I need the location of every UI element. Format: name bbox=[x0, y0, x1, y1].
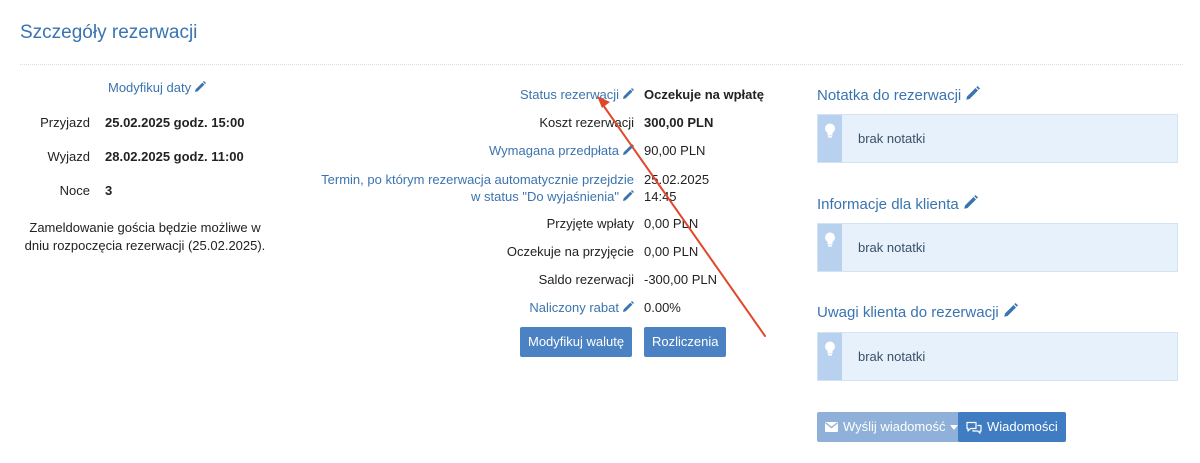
pencil-icon bbox=[965, 86, 981, 101]
client-remarks-text: brak notatki bbox=[858, 349, 926, 364]
status-label: Status rezerwacji bbox=[520, 87, 619, 102]
deposit-value: 90,00 PLN bbox=[644, 143, 706, 158]
booking-note-box: brak notatki bbox=[817, 114, 1178, 163]
balance-label: Saldo rezerwacji bbox=[538, 272, 634, 287]
status-value: Oczekuje na wpłatę bbox=[644, 87, 764, 102]
modify-dates-label: Modyfikuj daty bbox=[108, 80, 192, 95]
status-label-link[interactable]: Status rezerwacji bbox=[520, 87, 634, 102]
client-info-title[interactable]: Informacje dla klienta bbox=[817, 195, 978, 213]
balance-value: -300,00 PLN bbox=[644, 272, 717, 287]
pending-label: Oczekuje na przyjęcie bbox=[506, 244, 634, 259]
settlements-button[interactable]: Rozliczenia bbox=[644, 327, 727, 357]
chat-bubbles-icon bbox=[966, 421, 982, 434]
checkin-note: Zameldowanie gościa będzie możliwe w dni… bbox=[24, 220, 266, 253]
pending-value: 0,00 PLN bbox=[644, 244, 699, 259]
deadline-date: 25.02.2025 bbox=[644, 172, 710, 187]
send-message-button[interactable]: Wyślij wiadomość bbox=[817, 412, 967, 442]
lightbulb-icon bbox=[825, 232, 835, 247]
client-remarks-title-label: Uwagi klienta do rezerwacji bbox=[817, 304, 999, 321]
messages-button[interactable]: Wiadomości bbox=[958, 412, 1066, 442]
pencil-icon bbox=[622, 144, 634, 156]
page-title: Szczegóły rezerwacji bbox=[20, 22, 198, 43]
note-stripe bbox=[818, 333, 842, 380]
booking-note-text: brak notatki bbox=[858, 131, 926, 146]
lightbulb-icon bbox=[825, 123, 835, 138]
pencil-icon bbox=[963, 195, 978, 210]
deadline-label-line1: Termin, po którym rezerwacja automatyczn… bbox=[321, 172, 634, 187]
modify-currency-button[interactable]: Modyfikuj walutę bbox=[520, 327, 633, 357]
paid-label: Przyjęte wpłaty bbox=[546, 216, 634, 231]
nights-value: 3 bbox=[105, 183, 113, 198]
cost-label: Koszt rezerwacji bbox=[539, 115, 634, 130]
note-stripe bbox=[818, 224, 842, 271]
client-remarks-box: brak notatki bbox=[817, 332, 1178, 381]
modify-dates-link[interactable]: Modyfikuj daty bbox=[108, 80, 207, 95]
send-message-label: Wyślij wiadomość bbox=[843, 419, 946, 434]
cost-value: 300,00 PLN bbox=[644, 115, 714, 130]
deadline-label-link[interactable]: Termin, po którym rezerwacja automatyczn… bbox=[321, 171, 634, 205]
deposit-label-link[interactable]: Wymagana przedpłata bbox=[489, 143, 634, 158]
pencil-icon bbox=[622, 88, 634, 100]
nights-label: Noce bbox=[59, 183, 90, 198]
client-remarks-title[interactable]: Uwagi klienta do rezerwacji bbox=[817, 303, 1018, 321]
deadline-label-line2: w status "Do wyjaśnienia" bbox=[471, 189, 619, 204]
pencil-icon bbox=[622, 301, 634, 313]
arrival-label: Przyjazd bbox=[40, 115, 90, 130]
client-info-text: brak notatki bbox=[858, 240, 926, 255]
discount-value: 0.00% bbox=[644, 300, 681, 315]
deadline-value: 25.02.2025 14:45 bbox=[644, 171, 709, 205]
envelope-icon bbox=[825, 422, 838, 432]
pencil-icon bbox=[622, 190, 634, 202]
departure-label: Wyjazd bbox=[47, 149, 90, 164]
arrival-value: 25.02.2025 godz. 15:00 bbox=[105, 115, 245, 130]
discount-label: Naliczony rabat bbox=[529, 300, 619, 315]
title-divider bbox=[20, 64, 1183, 65]
note-stripe bbox=[818, 115, 842, 162]
client-info-box: brak notatki bbox=[817, 223, 1178, 272]
deposit-label: Wymagana przedpłata bbox=[489, 143, 619, 158]
deadline-time: 14:45 bbox=[644, 189, 677, 204]
pencil-icon bbox=[1003, 303, 1018, 318]
booking-note-title[interactable]: Notatka do rezerwacji bbox=[817, 86, 981, 104]
messages-label: Wiadomości bbox=[987, 419, 1058, 434]
pencil-icon bbox=[194, 81, 207, 93]
client-info-title-label: Informacje dla klienta bbox=[817, 196, 959, 213]
lightbulb-icon bbox=[825, 341, 835, 356]
discount-label-link[interactable]: Naliczony rabat bbox=[529, 300, 634, 315]
paid-value: 0,00 PLN bbox=[644, 216, 699, 231]
booking-note-title-label: Notatka do rezerwacji bbox=[817, 87, 962, 104]
departure-value: 28.02.2025 godz. 11:00 bbox=[105, 149, 244, 164]
